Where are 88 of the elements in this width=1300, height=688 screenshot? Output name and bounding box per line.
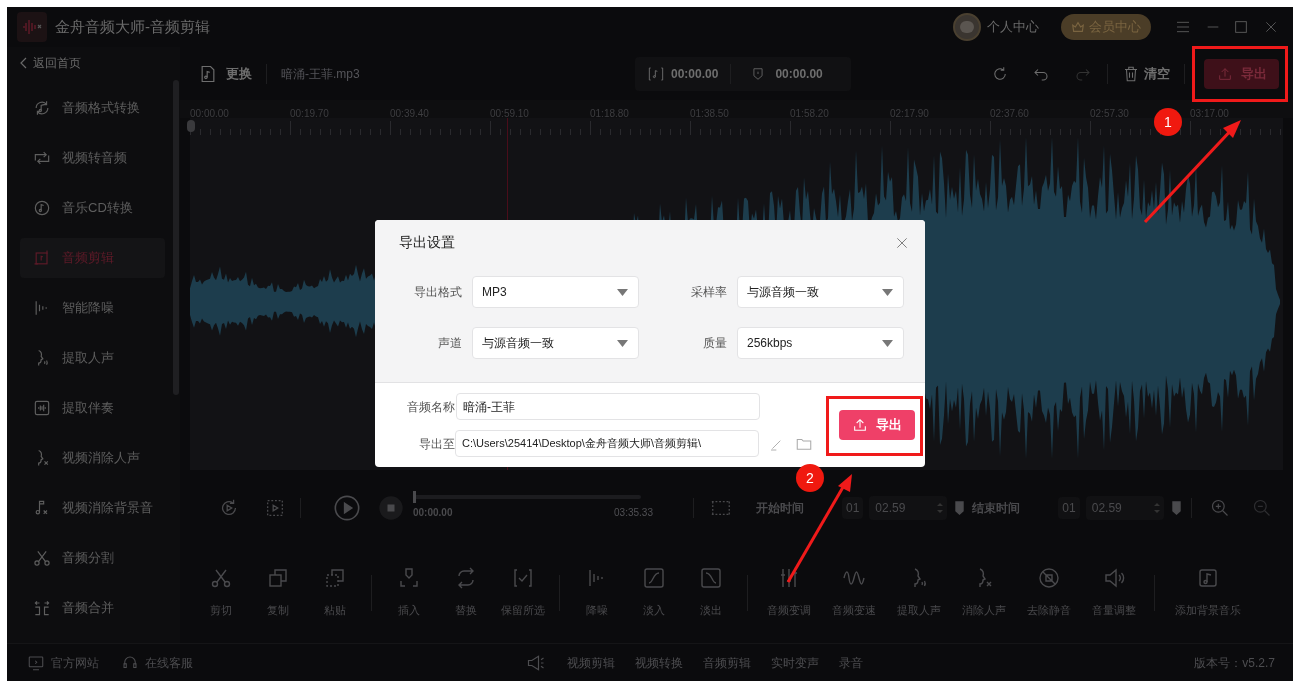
tool-label[interactable]: 替换 <box>454 602 477 619</box>
dropdown[interactable]: MP3 <box>472 276 639 308</box>
note-bracket-icon <box>647 65 665 82</box>
footer-link[interactable]: 官方网站 <box>51 653 99 672</box>
replace-button[interactable]: 更换 <box>226 63 252 84</box>
close-icon[interactable] <box>1263 19 1279 35</box>
caret-icon <box>882 288 893 296</box>
field-label: 导出格式 <box>413 284 463 301</box>
pin-icon <box>955 500 965 515</box>
play-icon[interactable] <box>333 493 361 522</box>
field-label: 质量 <box>702 335 728 352</box>
product-link[interactable]: 实时变声 <box>770 653 819 672</box>
tool-label[interactable]: 粘贴 <box>323 602 346 619</box>
current-time: 00:00.00 <box>413 506 453 520</box>
end-time-label: 结束时间 <box>972 499 1021 517</box>
dialog-title: 导出设置 <box>399 233 455 252</box>
start-time: 00:00.00 <box>671 65 719 83</box>
sidebar-item[interactable]: 提取伴奏 <box>20 388 165 428</box>
marker-icon <box>751 65 766 82</box>
monitor-icon <box>27 653 45 672</box>
tool-label[interactable]: 剪切 <box>209 602 232 619</box>
name-field[interactable]: 暗涌-王菲 <box>456 393 760 420</box>
sidebar-item[interactable]: 视频消除背景音 <box>20 488 165 528</box>
seconds-field[interactable]: 02.59 <box>1085 495 1164 520</box>
caret-icon <box>617 339 628 347</box>
field-label: 导出至 <box>418 435 455 453</box>
start-marker[interactable] <box>187 120 195 132</box>
maximize-icon[interactable] <box>1233 19 1249 35</box>
seconds-field[interactable]: 02.59 <box>869 495 948 520</box>
upload-icon <box>1216 65 1233 82</box>
spinner-icon[interactable] <box>1152 500 1161 515</box>
waveform-icon <box>32 398 52 418</box>
caret-icon <box>882 339 893 347</box>
version-text: 版本号：v5.2.7 <box>1194 654 1275 672</box>
sidebar-item[interactable]: 音频剪辑 <box>20 238 165 278</box>
crown-icon <box>1071 20 1085 34</box>
dropdown[interactable]: 与源音频一致 <box>737 276 904 308</box>
scissors-icon <box>32 548 52 568</box>
start-time-label: 开始时间 <box>756 499 804 517</box>
sidebar-item[interactable]: 音频格式转换 <box>20 88 165 128</box>
sidebar-item[interactable]: 音乐CD转换 <box>20 188 165 228</box>
product-link[interactable]: 视频转换 <box>634 653 683 672</box>
caret-icon <box>617 288 628 296</box>
footer-link[interactable]: 在线客服 <box>145 653 193 672</box>
refresh-icon[interactable] <box>991 64 1009 83</box>
user-center-link[interactable]: 个人中心 <box>987 17 1039 37</box>
zoom-out-icon[interactable] <box>1251 497 1272 518</box>
pin-icon <box>1171 500 1181 515</box>
window-title: 金舟音频大师-音频剪辑 <box>55 16 210 37</box>
app-logo <box>17 12 47 42</box>
merge-icon <box>32 598 52 618</box>
sidebar-item[interactable]: 音频合并 <box>20 588 165 628</box>
sidebar-item[interactable]: 视频消除人声 <box>20 438 165 478</box>
minutes-field[interactable]: 01 <box>1058 496 1080 519</box>
tool-label[interactable]: 淡入 <box>642 602 665 619</box>
tool-label[interactable]: 复制 <box>266 602 289 619</box>
avatar-icon <box>953 13 981 41</box>
tool-label[interactable]: 提取人声 <box>896 602 941 619</box>
back-link[interactable]: 返回首页 <box>7 47 180 79</box>
sidebar-item[interactable]: 视频转音频 <box>20 138 165 178</box>
back-icon <box>19 57 29 69</box>
spinner-icon[interactable] <box>936 500 945 515</box>
dropdown[interactable]: 与源音频一致 <box>472 327 639 359</box>
close-icon[interactable] <box>895 235 909 250</box>
clear-button[interactable]: 清空 <box>1144 63 1170 84</box>
field-label: 采样率 <box>690 284 728 301</box>
field-label: 音频名称 <box>406 398 455 416</box>
progress-thumb[interactable] <box>413 491 416 503</box>
sidebar-item[interactable]: 音频分割 <box>20 538 165 578</box>
minutes-field[interactable]: 01 <box>842 496 864 519</box>
upload-icon <box>852 417 868 433</box>
sidebar-item[interactable]: 智能降噪 <box>20 288 165 328</box>
zoom-in-icon[interactable] <box>1209 497 1230 518</box>
path-field[interactable]: C:\Users\25414\Desktop\金舟音频大师\音频剪辑\ <box>455 430 759 457</box>
dropdown[interactable]: 256kbps <box>737 327 904 359</box>
export-button[interactable]: 导出 <box>839 410 915 440</box>
tool-label[interactable]: 降噪 <box>585 602 608 619</box>
stop-icon[interactable] <box>377 493 405 522</box>
menu-icon[interactable] <box>1175 19 1191 35</box>
sidebar-item[interactable]: 提取人声 <box>20 338 165 378</box>
duration: 03:35.33 <box>614 506 653 520</box>
disc-icon <box>32 198 52 218</box>
end-time: 00:00.00 <box>775 65 823 83</box>
tool-label[interactable]: 音频变速 <box>831 602 876 619</box>
file-name: 暗涌-王菲.mp3 <box>281 65 360 83</box>
product-link[interactable]: 录音 <box>838 653 863 672</box>
export-button[interactable]: 导出 <box>1204 58 1279 89</box>
field-label: 声道 <box>437 335 463 352</box>
